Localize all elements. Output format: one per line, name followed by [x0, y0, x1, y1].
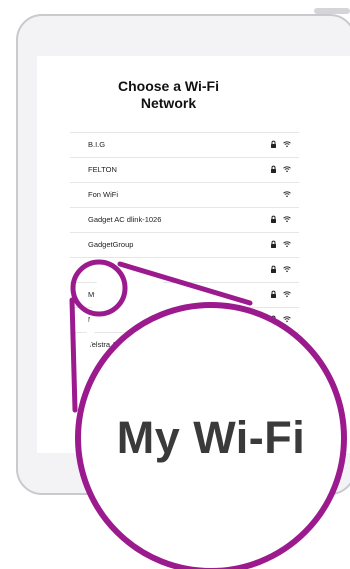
network-name: GadgetGroup [88, 240, 134, 249]
wifi-icon [283, 141, 291, 148]
lock-icon [271, 240, 276, 248]
network-name: Gadget AC dlink-1026 [88, 215, 162, 224]
network-name: B.I.G [88, 140, 106, 149]
network-name: Fon WiFi [88, 190, 118, 199]
wifi-icon [283, 266, 291, 273]
lock-icon [271, 315, 276, 323]
network-list: B.I.G FELTON Fon WiFi Gadget AC dlink-10… [70, 132, 299, 357]
network-row-my-wifi[interactable]: My Wi-Fi Network [70, 282, 299, 307]
lock-icon [271, 140, 276, 148]
page-title: Choose a Wi-Fi Network [37, 78, 300, 112]
lock-icon [271, 165, 276, 173]
network-row-gadget-ac[interactable]: Gadget AC dlink-1026 [70, 207, 299, 232]
network-name: FELTON [88, 165, 117, 174]
network-name: My Wi-Fi Network [88, 290, 148, 299]
zoomed-network-label: My Wi-Fi [116, 412, 306, 463]
wifi-icon [283, 166, 291, 173]
lock-icon [271, 215, 276, 223]
network-row-big[interactable]: B.I.G [70, 132, 299, 157]
network-row-netgear[interactable]: NETGEAR4 [70, 307, 299, 332]
title-line-2: Network [140, 95, 197, 111]
network-name: NETGEAR4 [88, 315, 129, 324]
network-row-obscured[interactable] [70, 257, 299, 282]
network-row-gadgetgroup[interactable]: GadgetGroup [70, 232, 299, 257]
network-name: Telstra A [88, 340, 117, 349]
network-row-fon-wifi[interactable]: Fon WiFi [70, 182, 299, 207]
wifi-icon [283, 191, 291, 198]
lock-icon [271, 290, 276, 298]
title-line-1: Choose a Wi-Fi [118, 78, 219, 94]
lock-icon [271, 265, 276, 273]
screen: Choose a Wi-Fi Network B.I.G FELTON Fon … [37, 56, 350, 453]
ipad-top-button [314, 8, 350, 14]
wifi-icon [283, 216, 291, 223]
wifi-icon [283, 316, 291, 323]
network-row-felton[interactable]: FELTON [70, 157, 299, 182]
wifi-icon [283, 241, 291, 248]
network-row-telstra[interactable]: Telstra A [70, 332, 299, 357]
wifi-icon [283, 291, 291, 298]
